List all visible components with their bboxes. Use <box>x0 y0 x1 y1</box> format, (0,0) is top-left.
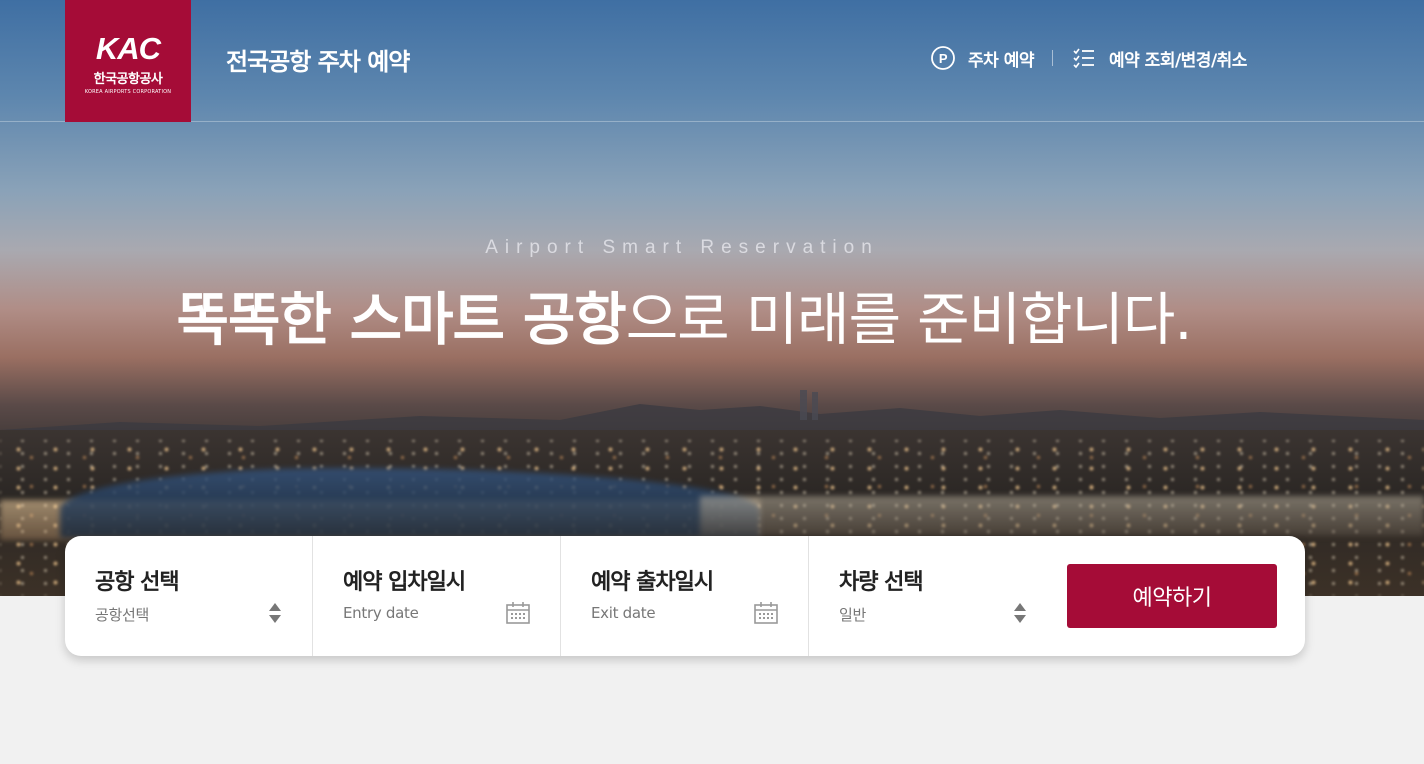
calendar-icon[interactable] <box>754 602 778 628</box>
top-nav: P 주차 예약 예약 조회/변경/취소 <box>930 45 1247 71</box>
nav-reservation-lookup[interactable]: 예약 조회/변경/취소 <box>1071 45 1247 71</box>
nav-parking-reservation[interactable]: P 주차 예약 <box>930 45 1034 71</box>
sort-arrows-icon <box>268 602 282 628</box>
site-title[interactable]: 전국공항 주차 예약 <box>226 42 410 77</box>
reservation-form: 공항 선택 공항선택 예약 입차일시 Entry date 예약 출차일시 Ex… <box>65 536 1305 656</box>
reserve-button[interactable]: 예약하기 <box>1067 564 1277 628</box>
nav-label: 예약 조회/변경/취소 <box>1108 50 1247 71</box>
logo-mark: KAC <box>95 31 161 66</box>
field-label: 차량 선택 <box>839 570 924 595</box>
svg-text:P: P <box>939 51 948 66</box>
entry-date-field[interactable]: 예약 입차일시 Entry date <box>313 536 561 656</box>
logo-name-en: KOREA AIRPORTS CORPORATION <box>84 89 172 95</box>
hero-subtitle: Airport Smart Reservation <box>485 237 879 258</box>
field-label: 예약 입차일시 <box>343 570 466 595</box>
airport-select[interactable]: 공항 선택 공항선택 <box>65 536 313 656</box>
field-label: 공항 선택 <box>95 570 180 595</box>
sort-arrows-icon <box>1013 602 1027 628</box>
parking-circle-icon: P <box>930 45 956 71</box>
hero-headline: 똑똑한 스마트 공항으로 미래를 준비합니다. <box>0 284 1368 356</box>
checklist-icon <box>1071 45 1097 71</box>
kac-logo[interactable]: KAC 한국공항공사 KOREA AIRPORTS CORPORATION <box>65 0 191 122</box>
nav-divider <box>1051 50 1053 66</box>
headline-bold: 똑똑한 스마트 공항 <box>176 287 627 353</box>
calendar-icon[interactable] <box>506 602 530 628</box>
logo-name-ko: 한국공항공사 <box>93 72 163 87</box>
nav-label: 주차 예약 <box>968 50 1034 71</box>
field-label: 예약 출차일시 <box>591 570 714 595</box>
header-divider <box>0 121 1424 122</box>
exit-date-field[interactable]: 예약 출차일시 Exit date <box>561 536 809 656</box>
headline-light: 으로 미래를 준비합니다. <box>625 287 1193 353</box>
airport-apron <box>700 496 1424 536</box>
vehicle-select[interactable]: 차량 선택 일반 <box>809 536 1057 656</box>
